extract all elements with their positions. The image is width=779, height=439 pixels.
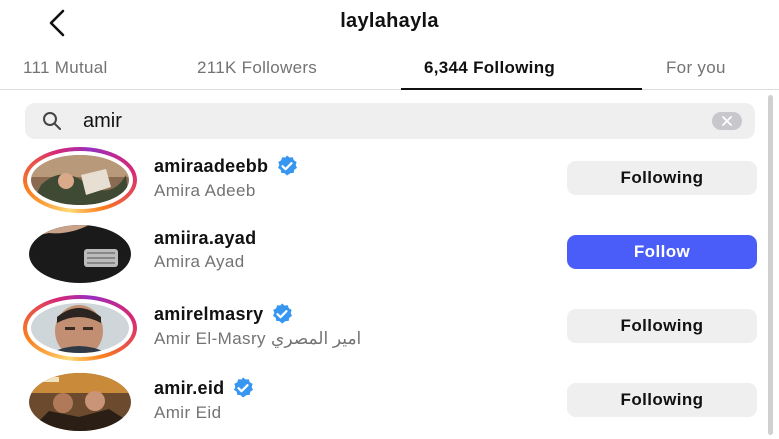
avatar[interactable] [23,291,137,365]
page-title: laylahayla [340,10,439,32]
list-item[interactable]: amir.eid Amir Eid Following [0,365,779,439]
username[interactable]: amir.eid [154,376,255,400]
verified-badge-icon [278,155,298,176]
verified-badge-icon [273,303,293,324]
username[interactable]: amiraadeebb [154,154,299,178]
avatar[interactable] [23,143,137,217]
full-name: Amira Adeeb [154,181,256,200]
following-button[interactable]: Following [567,309,757,343]
follow-button[interactable]: Follow [567,235,757,269]
username[interactable]: amirelmasry [154,302,361,326]
search-icon [43,112,61,130]
tab-followers[interactable]: 211K Followers [197,58,317,78]
list-item[interactable]: amiira.ayad Amira Ayad Follow [0,217,779,291]
following-button[interactable]: Following [567,383,757,417]
tab-following[interactable]: 6,344 Following [424,58,555,78]
full-name: Amir El-Masry امير المصري [154,329,362,348]
list-item[interactable]: amirelmasry Amir El-Masry امير المصري Fo… [0,291,779,365]
avatar[interactable] [23,217,137,291]
story-ring [23,147,137,213]
tab-mutual[interactable]: 111 Mutual [23,58,108,78]
header: laylahayla [0,0,779,46]
search-bar[interactable] [25,103,755,139]
following-button[interactable]: Following [567,161,757,195]
username[interactable]: amiira.ayad [154,228,256,249]
full-name: Amira Ayad [154,252,245,271]
active-tab-indicator [401,88,642,90]
verified-badge-icon [234,377,254,398]
avatar[interactable] [23,365,137,439]
tab-bar: 111 Mutual 211K Followers 6,344 Followin… [0,46,779,90]
tab-for-you[interactable]: For you [666,58,726,78]
story-ring [23,295,137,361]
list-item[interactable]: amiraadeebb Amira Adeeb Following [0,143,779,217]
clear-icon [722,116,732,126]
clear-search-button[interactable] [712,112,742,130]
full-name: Amir Eid [154,403,222,422]
scrollbar[interactable] [768,95,773,435]
search-input[interactable] [83,106,683,136]
